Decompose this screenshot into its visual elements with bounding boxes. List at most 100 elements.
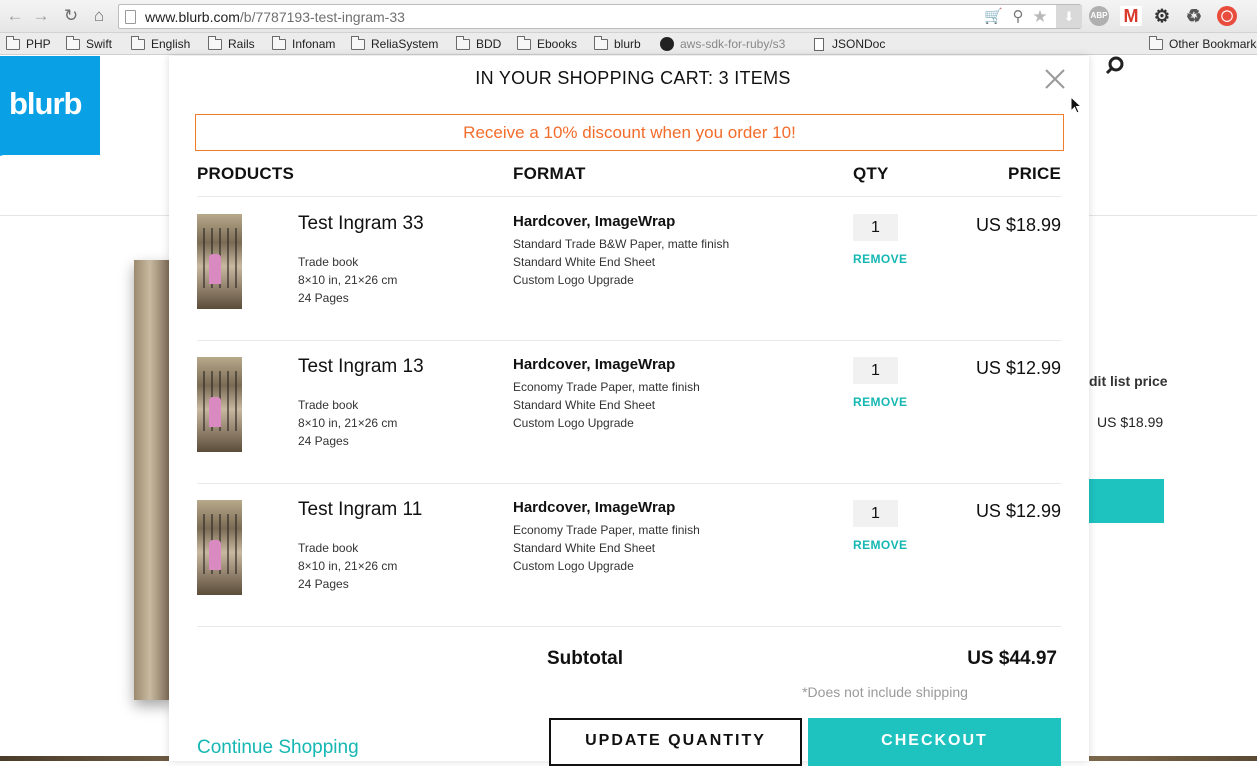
item-binding: Trade book <box>298 255 359 269</box>
item-format-logo: Custom Logo Upgrade <box>513 273 634 287</box>
bookmark-rails[interactable]: Rails <box>208 35 255 52</box>
item-price: US $12.99 <box>975 358 1061 378</box>
shipping-note: *Does not include shipping <box>802 684 968 700</box>
url-path: /b/7787193-test-ingram-33 <box>239 9 405 25</box>
recycle-icon[interactable]: ♻ <box>1184 6 1204 26</box>
folder-icon <box>594 35 608 50</box>
item-pages: 24 Pages <box>298 577 349 591</box>
item-format-paper: Economy Trade Paper, matte finish <box>513 380 700 394</box>
item-format-paper: Economy Trade Paper, matte finish <box>513 523 700 537</box>
item-title[interactable]: Test Ingram 33 <box>298 213 424 235</box>
subtotal-value: US $44.97 <box>967 648 1057 669</box>
gear-icon[interactable]: ⚙ <box>1152 6 1172 26</box>
bookmark-label: BDD <box>476 37 502 51</box>
mouse-cursor-icon <box>1070 96 1082 114</box>
book-thumbnail[interactable] <box>197 357 242 452</box>
checkout-button[interactable]: CHECKOUT <box>808 718 1061 766</box>
bookmark-ebooks[interactable]: Ebooks <box>517 35 578 52</box>
remove-button[interactable]: REMOVE <box>853 252 907 266</box>
item-format-paper: Standard Trade B&W Paper, matte finish <box>513 237 730 251</box>
add-to-cart-button[interactable] <box>1085 479 1164 523</box>
column-header-price: PRICE <box>1008 164 1061 183</box>
shopping-cart-icon[interactable]: 🛒 <box>984 8 1003 26</box>
cart-title: IN YOUR SHOPPING CART: 3 ITEMS <box>475 68 791 88</box>
bookmark-label: PHP <box>26 37 51 51</box>
download-icon[interactable]: ⬇ <box>1056 5 1082 28</box>
bookmark-label: blurb <box>614 37 641 51</box>
gmail-icon[interactable]: M <box>1120 6 1142 26</box>
item-format-endsheet: Standard White End Sheet <box>513 255 656 269</box>
bookmark-star-icon[interactable]: ★ <box>1031 8 1049 26</box>
item-title[interactable]: Test Ingram 13 <box>298 356 424 378</box>
list-price-value: US $18.99 <box>1097 414 1164 430</box>
document-icon <box>814 37 824 51</box>
quantity-input[interactable]: 1 <box>853 214 898 241</box>
column-header-format: FORMAT <box>513 164 586 183</box>
bookmark-infonam[interactable]: Infonam <box>272 35 336 52</box>
folder-icon <box>272 35 286 50</box>
zoom-icon[interactable]: ⚲ <box>1009 8 1027 26</box>
bookmark-label: Other Bookmarks <box>1169 37 1257 51</box>
bookmark-bdd[interactable]: BDD <box>456 35 502 52</box>
item-format-title: Hardcover, ImageWrap <box>513 213 676 230</box>
bookmark-label: ReliaSystem <box>371 37 439 51</box>
item-format-logo: Custom Logo Upgrade <box>513 416 634 430</box>
url-host: www.blurb.com <box>145 9 240 25</box>
address-bar[interactable]: www.blurb.com/b/7787193-test-ingram-33 🛒… <box>118 4 1082 29</box>
bookmark-label: aws-sdk-for-ruby/s3 <box>680 37 786 51</box>
bookmark-label: Rails <box>228 37 255 51</box>
forward-arrow-icon[interactable]: → <box>30 5 52 27</box>
cart-item: Test Ingram 13 Trade book 8×10 in, 21×26… <box>169 340 1089 470</box>
item-format-title: Hardcover, ImageWrap <box>513 499 676 516</box>
remove-button[interactable]: REMOVE <box>853 395 907 409</box>
bookmark-php[interactable]: PHP <box>6 35 51 52</box>
bookmark-reliasystem[interactable]: ReliaSystem <box>351 35 439 52</box>
item-format-endsheet: Standard White End Sheet <box>513 541 656 555</box>
item-format-logo: Custom Logo Upgrade <box>513 559 634 573</box>
item-pages: 24 Pages <box>298 291 349 305</box>
bookmark-label: JSONDoc <box>832 37 886 51</box>
folder-icon <box>351 35 365 50</box>
cart-item: Test Ingram 11 Trade book 8×10 in, 21×26… <box>169 483 1089 613</box>
blurb-logo[interactable]: blurb <box>0 56 100 156</box>
item-size: 8×10 in, 21×26 cm <box>298 559 398 573</box>
book-thumbnail[interactable] <box>197 500 242 595</box>
remove-button[interactable]: REMOVE <box>853 538 907 552</box>
bookmark-label: Ebooks <box>537 37 578 51</box>
list-price-label: dit list price <box>1089 373 1168 389</box>
subtotal-label: Subtotal <box>547 648 623 669</box>
url-text[interactable]: www.blurb.com/b/7787193-test-ingram-33 <box>145 9 405 25</box>
item-format-title: Hardcover, ImageWrap <box>513 356 676 373</box>
update-quantity-button[interactable]: UPDATE QUANTITY <box>549 718 802 766</box>
book-thumbnail[interactable] <box>197 214 242 309</box>
cart-item: Test Ingram 33 Trade book 8×10 in, 21×26… <box>169 197 1089 327</box>
bookmarks-bar: PHP Swift English Rails Infonam ReliaSys… <box>0 33 1257 55</box>
github-icon <box>660 37 674 51</box>
search-icon[interactable] <box>1102 56 1126 78</box>
bookmark-aws-sdk[interactable]: aws-sdk-for-ruby/s3 <box>660 36 785 52</box>
bookmark-swift[interactable]: Swift <box>66 35 112 52</box>
home-icon[interactable]: ⌂ <box>88 5 110 27</box>
bookmark-other[interactable]: Other Bookmarks <box>1149 35 1257 52</box>
continue-shopping-link[interactable]: Continue Shopping <box>197 737 359 759</box>
bookmark-jsondoc[interactable]: JSONDoc <box>814 36 885 52</box>
close-icon[interactable] <box>1043 67 1067 91</box>
bookmark-label: Infonam <box>292 37 336 51</box>
row-divider <box>197 626 1061 627</box>
browser-toolbar: ← → ↻ ⌂ www.blurb.com/b/7787193-test-ing… <box>0 0 1257 33</box>
bookmark-english[interactable]: English <box>131 35 190 52</box>
stop-extension-icon[interactable]: ◯ <box>1217 6 1237 26</box>
item-format-endsheet: Standard White End Sheet <box>513 398 656 412</box>
reload-icon[interactable]: ↻ <box>60 5 82 27</box>
folder-icon <box>131 35 145 50</box>
item-title[interactable]: Test Ingram 11 <box>298 499 422 521</box>
item-size: 8×10 in, 21×26 cm <box>298 273 398 287</box>
quantity-input[interactable]: 1 <box>853 357 898 384</box>
item-price: US $12.99 <box>975 501 1061 521</box>
adblock-icon[interactable]: ABP <box>1089 6 1109 26</box>
bookmark-blurb[interactable]: blurb <box>594 35 641 52</box>
item-binding: Trade book <box>298 398 359 412</box>
quantity-input[interactable]: 1 <box>853 500 898 527</box>
back-arrow-icon[interactable]: ← <box>4 5 26 27</box>
discount-banner: Receive a 10% discount when you order 10… <box>195 114 1064 151</box>
